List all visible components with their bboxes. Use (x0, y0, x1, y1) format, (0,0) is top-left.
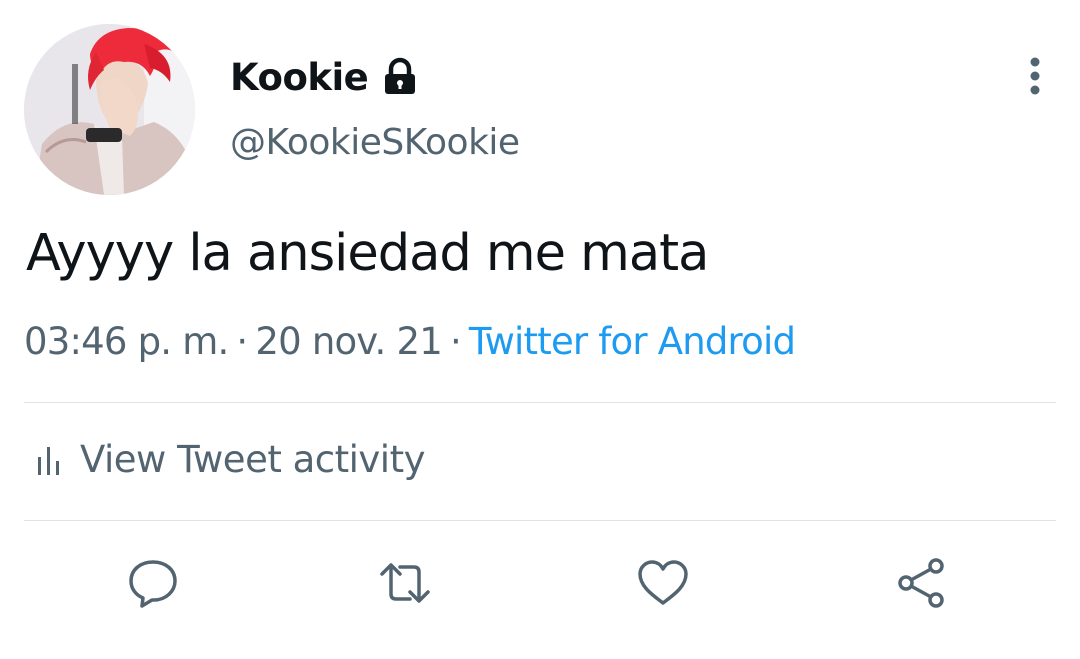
retweet-button[interactable] (378, 556, 432, 610)
display-name[interactable]: Kookie (230, 56, 369, 99)
meta-separator: · (236, 320, 248, 363)
tweet-text: Ayyyy la ansiedad me mata (26, 224, 709, 283)
divider (24, 402, 1056, 403)
author-name-row[interactable]: Kookie (230, 54, 418, 100)
tweet-metadata: 03:46 p. m. · 20 nov. 21 · Twitter for Andro… (24, 320, 796, 363)
meta-separator: · (449, 320, 462, 363)
reply-button[interactable] (126, 556, 180, 610)
share-button[interactable] (894, 556, 948, 610)
lock-icon (382, 57, 418, 97)
divider (24, 520, 1056, 521)
share-icon (894, 556, 948, 610)
bar-chart-icon (36, 443, 62, 477)
avatar[interactable] (24, 24, 195, 195)
retweet-icon (378, 556, 432, 610)
author-handle[interactable]: @KookieSKookie (230, 122, 520, 163)
tweet-card: Kookie @KookieSKookie Ayyyy la ansiedad … (0, 0, 1080, 659)
reply-icon (126, 556, 180, 610)
like-button[interactable] (636, 556, 690, 610)
avatar-image (24, 24, 195, 195)
heart-icon (636, 556, 690, 610)
view-tweet-activity-button[interactable]: View Tweet activity (36, 438, 425, 481)
tweet-time[interactable]: 03:46 p. m. (24, 320, 229, 363)
tweet-date[interactable]: 20 nov. 21 (255, 320, 442, 363)
view-tweet-activity-label: View Tweet activity (80, 438, 425, 481)
more-vertical-icon[interactable] (1020, 56, 1050, 96)
tweet-source-link[interactable]: Twitter for Android (469, 320, 796, 363)
